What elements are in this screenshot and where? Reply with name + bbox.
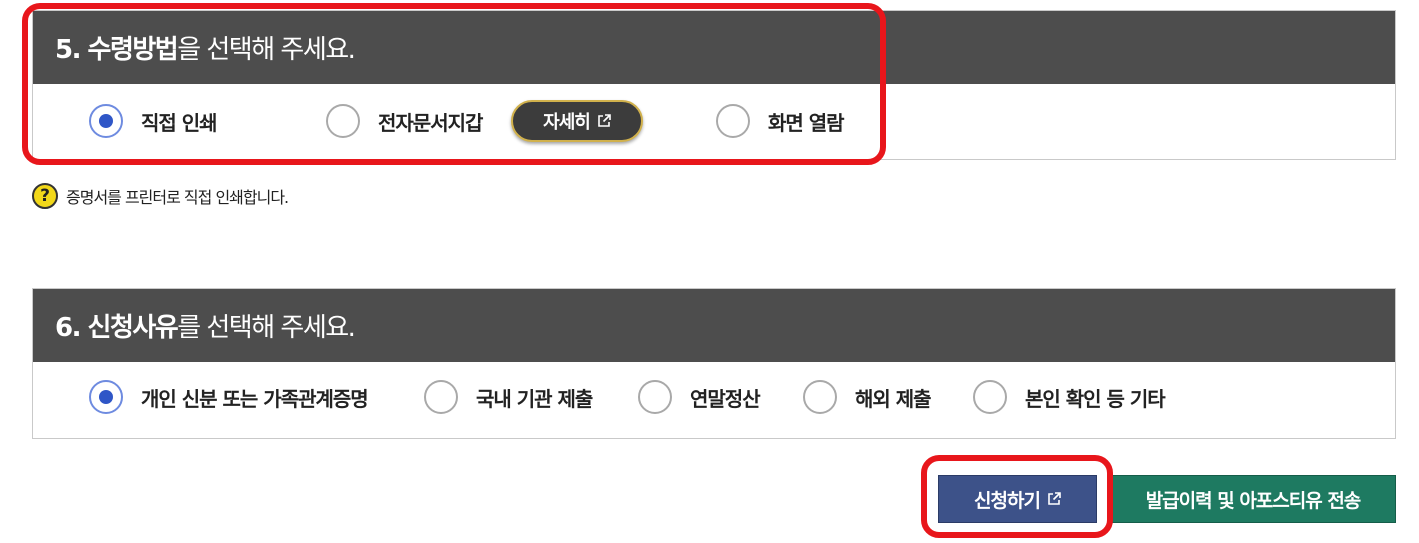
option-year-end-tax-label: 연말정산 bbox=[690, 386, 761, 411]
external-link-icon bbox=[1048, 492, 1061, 505]
option-personal-identity-label: 개인 신분 또는 가족관계증명 bbox=[141, 386, 369, 411]
radio-domestic-submission[interactable] bbox=[424, 380, 458, 414]
option-overseas-submission[interactable]: 해외 제출 bbox=[803, 380, 932, 414]
receive-method-section: 5. 수령방법 을 선택해 주세요. bbox=[32, 10, 1396, 160]
option-e-wallet-label: 전자문서지갑 bbox=[378, 110, 483, 135]
radio-overseas-submission[interactable] bbox=[803, 380, 837, 414]
option-e-wallet[interactable]: 전자문서지갑 bbox=[326, 104, 483, 138]
reason-header: 6. 신청사유 를 선택해 주세요. bbox=[33, 289, 1395, 362]
receive-method-hint: ? 증명서를 프린터로 직접 인쇄합니다. bbox=[32, 183, 289, 209]
option-year-end-tax[interactable]: 연말정산 bbox=[638, 380, 761, 414]
option-domestic-submission-label: 국내 기관 제출 bbox=[476, 386, 593, 411]
history-apostille-button[interactable]: 발급이력 및 아포스티유 전송 bbox=[1110, 475, 1396, 523]
reason-title-bold: 6. 신청사유 bbox=[55, 313, 179, 343]
option-identity-other-label: 본인 확인 등 기타 bbox=[1025, 386, 1166, 411]
receive-method-title-bold: 5. 수령방법 bbox=[55, 35, 179, 65]
option-identity-other[interactable]: 본인 확인 등 기타 bbox=[973, 380, 1166, 414]
help-icon: ? bbox=[32, 183, 58, 209]
option-screen-view-label: 화면 열람 bbox=[768, 110, 845, 135]
radio-year-end-tax[interactable] bbox=[638, 380, 672, 414]
option-overseas-submission-label: 해외 제출 bbox=[855, 386, 932, 411]
reason-title-rest: 를 선택해 주세요. bbox=[177, 313, 356, 343]
option-personal-identity[interactable]: 개인 신분 또는 가족관계증명 bbox=[89, 380, 369, 414]
detail-button[interactable]: 자세히 bbox=[511, 100, 643, 142]
option-direct-print[interactable]: 직접 인쇄 bbox=[89, 104, 218, 138]
reason-section: 6. 신청사유 를 선택해 주세요. bbox=[32, 288, 1396, 439]
receive-method-title-rest: 을 선택해 주세요. bbox=[177, 35, 356, 65]
option-screen-view[interactable]: 화면 열람 bbox=[716, 104, 845, 138]
detail-button-label: 자세히 bbox=[543, 112, 591, 133]
radio-e-wallet[interactable] bbox=[326, 104, 360, 138]
apply-button-label: 신청하기 bbox=[974, 489, 1041, 512]
radio-screen-view[interactable] bbox=[716, 104, 750, 138]
radio-direct-print[interactable] bbox=[89, 104, 123, 138]
apply-button[interactable]: 신청하기 bbox=[938, 475, 1097, 523]
option-domestic-submission[interactable]: 국내 기관 제출 bbox=[424, 380, 593, 414]
external-link-icon bbox=[598, 114, 611, 127]
history-apostille-label: 발급이력 및 아포스티유 전송 bbox=[1145, 489, 1362, 512]
radio-personal-identity[interactable] bbox=[89, 380, 123, 414]
receive-method-header: 5. 수령방법 을 선택해 주세요. bbox=[33, 11, 1395, 84]
option-direct-print-label: 직접 인쇄 bbox=[141, 110, 218, 135]
hint-text: 증명서를 프린터로 직접 인쇄합니다. bbox=[66, 188, 289, 207]
radio-identity-other[interactable] bbox=[973, 380, 1007, 414]
